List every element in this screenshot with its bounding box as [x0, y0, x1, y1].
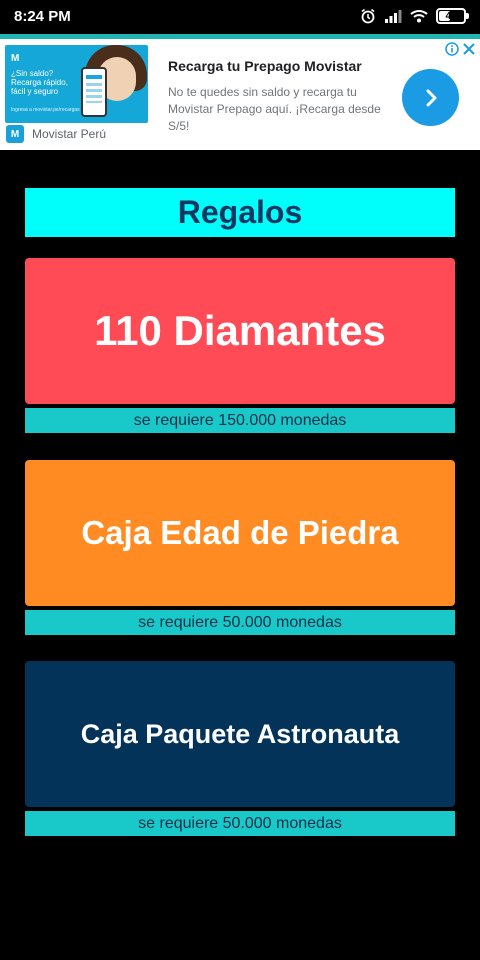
close-icon[interactable]	[462, 42, 476, 56]
gift-requirement: se requiere 150.000 monedas	[25, 408, 455, 433]
status-bar: 8:24 PM 42	[0, 0, 480, 34]
ad-banner[interactable]: M ¿Sin saldo? Recarga rápido, fácil y se…	[0, 39, 480, 150]
status-icons: 42	[360, 8, 469, 24]
page-title: Regalos	[177, 194, 303, 230]
ad-description[interactable]: No te quedes sin saldo y recarga tu Movi…	[168, 84, 388, 135]
page-header: Regalos	[25, 188, 455, 237]
ad-source[interactable]: M Movistar Perú	[6, 125, 106, 143]
alarm-icon	[360, 8, 376, 24]
ad-image-text: ¿Sin saldo? Recarga rápido, fácil y segu…	[11, 69, 68, 96]
signal-icon	[384, 9, 402, 23]
wifi-icon	[410, 9, 428, 23]
adchoices-info-icon[interactable]	[445, 42, 459, 56]
gift-name: Caja Paquete Astronauta	[80, 718, 400, 749]
ad-open-button[interactable]	[402, 69, 459, 126]
gift-name: 110 Diamantes	[94, 307, 386, 354]
gift-requirement: se requiere 50.000 monedas	[25, 610, 455, 635]
chevron-right-icon	[426, 89, 436, 106]
gift-card-caja-edad-de-piedra[interactable]: Caja Edad de Piedra	[25, 460, 455, 606]
ad-image-small-text: Ingresa a movistar.pe/recargas	[11, 107, 80, 113]
gift-requirement: se requiere 50.000 monedas	[25, 811, 455, 836]
advertiser-logo: M	[6, 125, 24, 143]
ad-phone-illustration	[81, 67, 107, 117]
gift-card-110-diamantes[interactable]: 110 Diamantes	[25, 258, 455, 404]
gift-name: Caja Edad de Piedra	[81, 514, 399, 551]
status-time: 8:24 PM	[14, 8, 71, 25]
advertiser-name: Movistar Perú	[32, 127, 107, 141]
battery-icon: 42	[436, 8, 469, 24]
battery-text: 42	[445, 10, 457, 22]
ad-image-logo: M	[11, 53, 20, 64]
ad-image[interactable]: M ¿Sin saldo? Recarga rápido, fácil y se…	[5, 45, 148, 123]
gift-card-caja-paquete-astronauta[interactable]: Caja Paquete Astronauta	[25, 661, 455, 807]
ad-title[interactable]: Recarga tu Prepago Movistar	[168, 58, 362, 74]
